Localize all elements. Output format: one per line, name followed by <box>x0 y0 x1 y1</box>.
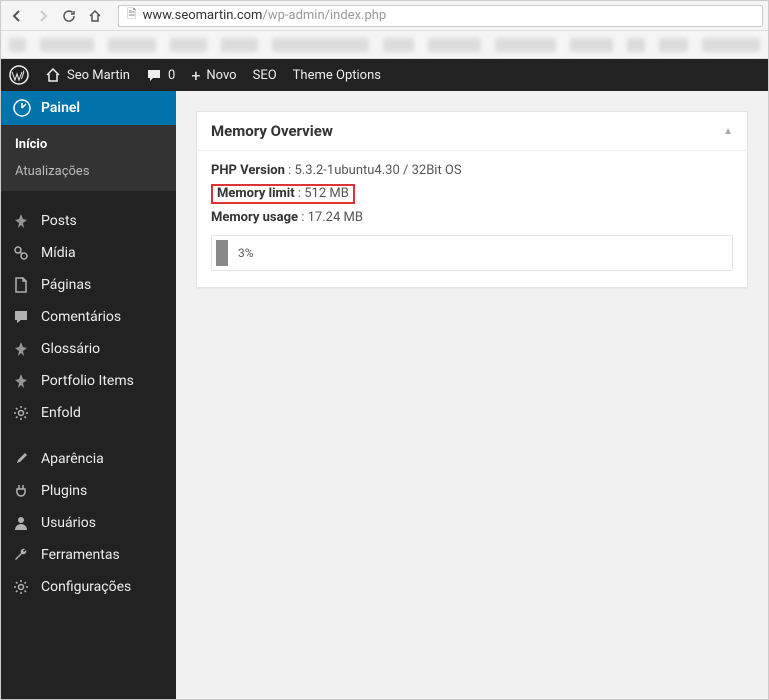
sidebar-item-label: Mídia <box>41 245 76 261</box>
sidebar-item-label: Páginas <box>41 277 91 293</box>
php-label: PHP Version <box>211 163 285 178</box>
plus-icon: + <box>191 66 200 85</box>
sidebar-item-portfolio-items[interactable]: Portfolio Items <box>1 365 176 397</box>
progress-percent: 3% <box>238 246 254 260</box>
postbox-title: Memory Overview <box>211 122 333 140</box>
comments-count: 0 <box>168 68 175 83</box>
home-button[interactable] <box>84 5 106 27</box>
sidebar-item-label: Plugins <box>41 483 87 499</box>
memory-overview-postbox: Memory Overview ▲ PHP Version : 5.3.2-1u… <box>196 111 748 288</box>
sidebar-item-label: Posts <box>41 213 77 229</box>
submenu-home[interactable]: Início <box>1 131 176 158</box>
limit-value: 512 MB <box>304 186 349 201</box>
sidebar-item-glossário[interactable]: Glossário <box>1 333 176 365</box>
sidebar-item-comentários[interactable]: Comentários <box>1 301 176 333</box>
usage-label: Memory usage <box>211 210 298 225</box>
dashboard-submenu: Início Atualizações <box>1 125 176 191</box>
dashboard-icon <box>13 99 31 117</box>
sidebar-item-label: Glossário <box>41 341 100 357</box>
new-label: Novo <box>206 68 236 83</box>
sidebar-item-aparência[interactable]: Aparência <box>1 443 176 475</box>
url-path: /wp-admin/index.php <box>262 8 386 23</box>
sidebar-item-ferramentas[interactable]: Ferramentas <box>1 539 176 571</box>
pin-icon <box>13 213 31 229</box>
sidebar-item-usuários[interactable]: Usuários <box>1 507 176 539</box>
main-content: Memory Overview ▲ PHP Version : 5.3.2-1u… <box>176 91 768 699</box>
gear-icon <box>13 405 31 421</box>
media-icon <box>13 245 31 261</box>
sidebar-item-label: Comentários <box>41 309 121 325</box>
site-name: Seo Martin <box>67 68 130 83</box>
sidebar-item-páginas[interactable]: Páginas <box>1 269 176 301</box>
submenu-updates[interactable]: Atualizações <box>1 158 176 185</box>
admin-sidebar: Painel Início Atualizações Posts Mídia Pág… <box>1 91 176 699</box>
user-icon <box>13 515 31 531</box>
page-icon <box>13 277 31 293</box>
sidebar-item-label: Ferramentas <box>41 547 120 563</box>
sidebar-item-label: Painel <box>41 100 80 116</box>
progress-bar: 3% <box>211 235 733 271</box>
wrench-icon <box>13 547 31 563</box>
sidebar-item-label: Usuários <box>41 515 96 531</box>
browser-toolbar: 🗎 www.seomartin.com/wp-admin/index.php <box>1 1 768 31</box>
progress-fill <box>216 240 228 266</box>
url-domain: www.seomartin.com <box>143 8 263 23</box>
seo-link[interactable]: SEO <box>253 68 277 83</box>
sidebar-item-label: Aparência <box>41 451 104 467</box>
sidebar-item-plugins[interactable]: Plugins <box>1 475 176 507</box>
seo-label: SEO <box>253 68 277 83</box>
sidebar-item-posts[interactable]: Posts <box>1 205 176 237</box>
back-button[interactable] <box>6 5 28 27</box>
memory-limit-line: Memory limit : 512 MB <box>211 184 733 204</box>
php-value: 5.3.2-1ubuntu4.30 / 32Bit OS <box>295 163 462 178</box>
gear-icon <box>13 579 31 595</box>
theme-options-label: Theme Options <box>293 68 381 83</box>
sidebar-item-label: Enfold <box>41 405 81 421</box>
php-version-line: PHP Version : 5.3.2-1ubuntu4.30 / 32Bit … <box>211 163 733 178</box>
usage-value: 17.24 MB <box>308 210 363 225</box>
wp-logo[interactable] <box>9 65 29 85</box>
url-bar[interactable]: 🗎 www.seomartin.com/wp-admin/index.php <box>118 5 763 27</box>
pin-icon <box>13 373 31 389</box>
comments-link[interactable]: 0 <box>146 67 175 83</box>
bookmarks-bar <box>1 31 768 59</box>
brush-icon <box>13 451 31 467</box>
admin-bar: Seo Martin 0 + Novo SEO Theme Options <box>1 59 768 91</box>
sidebar-item-label: Configurações <box>41 579 131 595</box>
sidebar-item-configurações[interactable]: Configurações <box>1 571 176 603</box>
forward-button[interactable] <box>32 5 54 27</box>
page-icon: 🗎 <box>127 5 137 26</box>
site-name-link[interactable]: Seo Martin <box>45 67 130 83</box>
reload-button[interactable] <box>58 5 80 27</box>
limit-label: Memory limit <box>217 186 295 201</box>
pin-icon <box>13 341 31 357</box>
sidebar-item-dashboard[interactable]: Painel <box>1 91 176 125</box>
sidebar-item-enfold[interactable]: Enfold <box>1 397 176 429</box>
comment-icon <box>13 309 31 325</box>
toggle-handle[interactable]: ▲ <box>723 126 733 137</box>
sidebar-item-mídia[interactable]: Mídia <box>1 237 176 269</box>
sidebar-item-label: Portfolio Items <box>41 373 134 389</box>
memory-usage-line: Memory usage : 17.24 MB <box>211 210 733 225</box>
plug-icon <box>13 483 31 499</box>
theme-options-link[interactable]: Theme Options <box>293 68 381 83</box>
new-content-link[interactable]: + Novo <box>191 66 236 85</box>
